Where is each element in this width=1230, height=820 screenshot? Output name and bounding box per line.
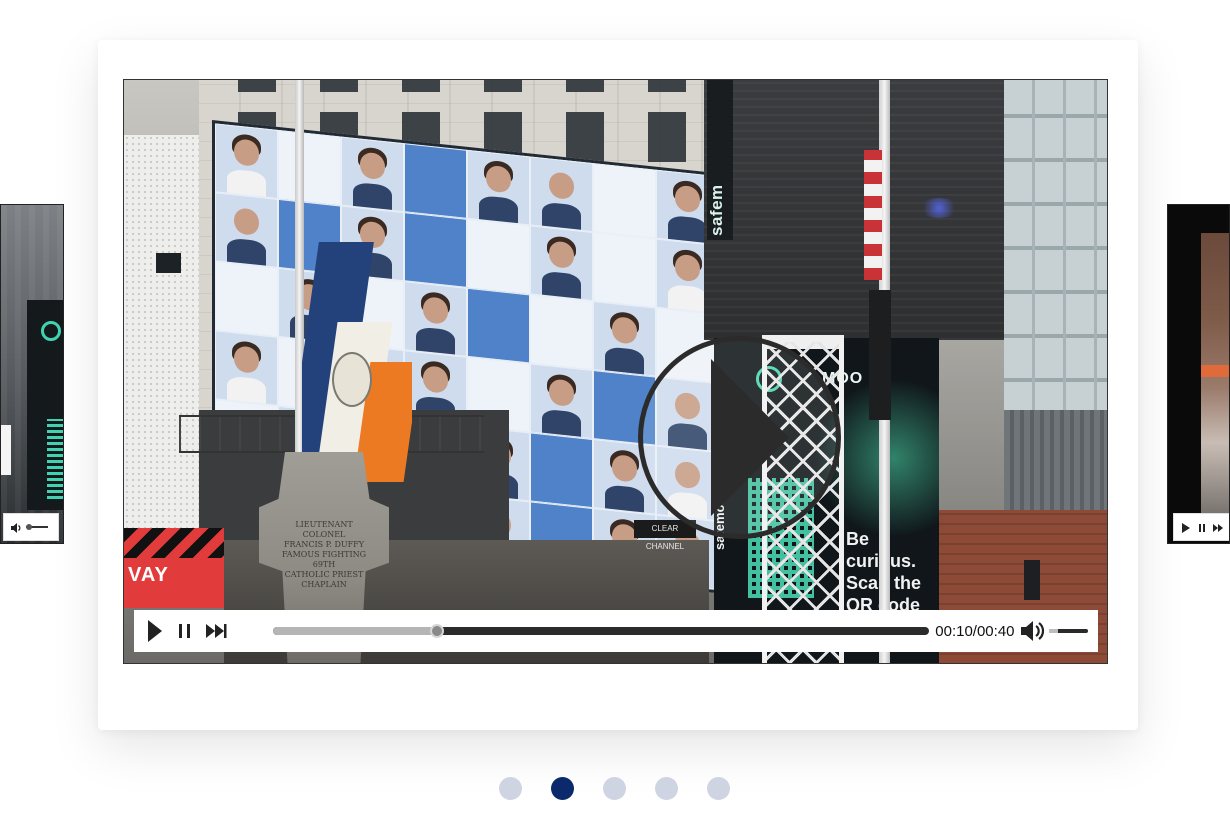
main-video-slide[interactable]: CLEAR CHANNEL VAY LIEUTENANT COLONEL FRA…: [123, 79, 1108, 664]
tower-window: [156, 253, 181, 273]
portrait-tile: [530, 294, 593, 371]
inscription-line: LIEUTENANT COLONEL: [295, 520, 353, 539]
pagination-dot[interactable]: [551, 777, 574, 800]
portrait-tile: [215, 330, 278, 406]
portrait-tile: [530, 156, 593, 233]
volume-slider[interactable]: [26, 524, 48, 530]
safe-sign: safem: [707, 80, 733, 240]
red-sign: VAY: [124, 528, 224, 608]
portrait-tile: [404, 281, 467, 357]
vent-panel: [1004, 410, 1107, 510]
us-flag: [864, 150, 882, 280]
progress-bar[interactable]: [273, 624, 930, 638]
portrait-tile: [278, 129, 341, 206]
pow-flag: [869, 290, 891, 420]
hazard-stripe: [124, 528, 224, 558]
pagination-dot[interactable]: [707, 777, 730, 800]
portrait-tile: [467, 287, 530, 364]
nyc-flag: [302, 242, 412, 482]
video-control-bar: 00:10/00:40: [134, 610, 1098, 652]
portrait-tile: [467, 149, 530, 226]
skip-next-icon[interactable]: [203, 616, 229, 646]
portrait-tile: [215, 261, 278, 337]
monument-inscription: LIEUTENANT COLONEL FRANCIS P. DUFFY FAMO…: [279, 520, 369, 590]
pagination-dot[interactable]: [655, 777, 678, 800]
skip-next-icon[interactable]: [1212, 521, 1224, 533]
portrait-tile: [530, 432, 593, 509]
street-sign: [1201, 365, 1229, 377]
portrait-tile: [467, 218, 530, 295]
portrait-tile: [530, 225, 593, 302]
billboard-edge: [1, 425, 11, 475]
portrait-tile: [593, 232, 656, 308]
portrait-tile: [593, 163, 656, 239]
portrait-tile: [404, 143, 467, 219]
inscription-line: CHAPLAIN: [301, 580, 347, 589]
city-seal-icon: [332, 352, 372, 407]
time-display: 00:10/00:40: [935, 622, 1015, 640]
play-icon[interactable]: [144, 616, 166, 646]
dark-tower: [704, 80, 1004, 340]
qr-code-icon: [47, 419, 63, 499]
portrait-tile: [215, 123, 278, 199]
inscription-line: FAMOUS FIGHTING 69TH: [281, 550, 367, 569]
progress-handle[interactable]: [430, 624, 445, 638]
mini-video-controls: [1173, 513, 1229, 541]
carousel-pagination: [499, 777, 730, 800]
next-slide[interactable]: [1167, 204, 1230, 544]
previous-slide[interactable]: [0, 204, 64, 544]
inscription-line: FRANCIS P. DUFFY: [283, 540, 365, 549]
volume-fill: [1048, 629, 1059, 633]
portrait-tile: [215, 192, 278, 268]
logo-ring-icon: [41, 321, 61, 341]
inscription-line: CATHOLIC PRIEST: [284, 570, 364, 579]
play-circle-icon[interactable]: [637, 335, 842, 540]
pause-icon[interactable]: [1196, 521, 1208, 533]
volume-icon[interactable]: [1019, 618, 1045, 644]
mini-video-controls: [3, 513, 59, 541]
brick-window: [1024, 560, 1040, 600]
volume-icon[interactable]: [10, 521, 22, 533]
light-flare: [919, 198, 959, 218]
carousel-stage: CLEAR CHANNEL VAY LIEUTENANT COLONEL FRA…: [0, 0, 1230, 820]
pagination-dot[interactable]: [499, 777, 522, 800]
video-frame: CLEAR CHANNEL VAY LIEUTENANT COLONEL FRA…: [124, 80, 1107, 663]
progress-fill: [273, 627, 438, 635]
red-sign-text: VAY: [128, 564, 169, 586]
volume-slider[interactable]: [1048, 629, 1088, 633]
portrait-tile: [341, 136, 404, 213]
portrait-tile: [404, 212, 467, 288]
curious-sign-text: Be curious. Scan the QR code: [846, 529, 922, 615]
white-tower: [124, 135, 199, 530]
play-icon[interactable]: [1180, 521, 1192, 533]
portrait-tile: [530, 363, 593, 440]
pause-icon[interactable]: [172, 616, 198, 646]
pagination-dot[interactable]: [603, 777, 626, 800]
